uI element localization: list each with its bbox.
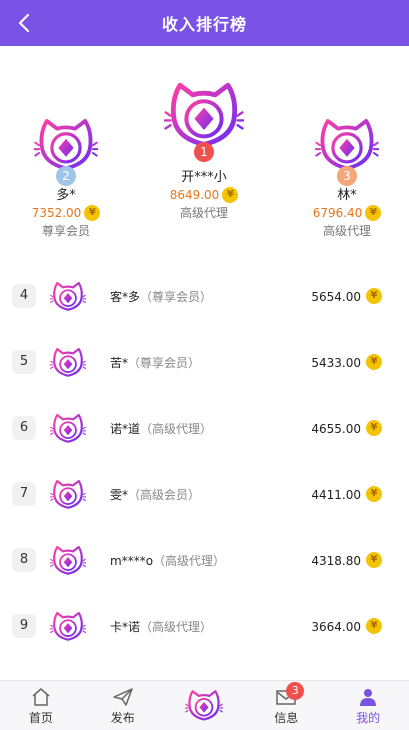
tab-label: 首页 xyxy=(28,711,53,725)
home-icon xyxy=(32,688,50,706)
user-level: （高级代理） xyxy=(140,620,213,634)
tab-home[interactable]: 首页 xyxy=(0,681,82,730)
rank-badge: 1 xyxy=(194,142,214,162)
rank-number: 7 xyxy=(12,482,36,506)
podium-role: 高级代理 xyxy=(322,224,371,238)
list-item[interactable]: 4 客*多（尊享会员） 5654.00 ¥ xyxy=(0,264,409,330)
top-nav-bar: 收入排行榜 xyxy=(0,0,409,46)
back-arrow-icon[interactable] xyxy=(14,11,36,35)
coin-icon: ¥ xyxy=(84,205,101,221)
tab-publish[interactable]: 发布 xyxy=(82,681,164,730)
income-amount: 4411.00 xyxy=(311,488,361,502)
top-three-podium: 2 多* 7352.00 ¥ 尊享会员 1 开***小 8649.00 ¥ 高级… xyxy=(0,46,409,256)
user-name: 卡*诺 xyxy=(110,620,141,634)
podium-rank-1[interactable]: 1 开***小 8649.00 ¥ 高级代理 xyxy=(154,74,254,221)
user-level: （高级代理） xyxy=(140,422,213,436)
rank-number: 6 xyxy=(12,416,36,440)
tab-label: 信息 xyxy=(274,711,299,725)
podium-amount: 6796.40 xyxy=(312,206,363,220)
coin-icon: ¥ xyxy=(365,205,382,221)
user-icon xyxy=(360,689,377,706)
rank-number: 5 xyxy=(12,350,36,374)
income-amount: 5433.00 xyxy=(311,356,361,370)
user-level: （高级代理） xyxy=(153,554,226,568)
paper-plane-icon xyxy=(112,688,133,706)
tab-label: 我的 xyxy=(356,711,381,725)
avatar-cat-icon xyxy=(50,278,86,314)
income-amount: 3664.00 xyxy=(311,620,361,634)
user-level: （高级会员） xyxy=(128,488,201,502)
coin-icon: ¥ xyxy=(366,420,382,436)
coin-icon: ¥ xyxy=(366,288,382,304)
user-name: m****o xyxy=(110,554,154,568)
list-item[interactable]: 9 卡*诺（高级代理） 3664.00 ¥ xyxy=(0,594,409,660)
coin-icon: ¥ xyxy=(366,354,382,370)
tab-messages[interactable]: 信息 3 xyxy=(245,681,327,730)
notification-badge: 3 xyxy=(286,682,305,700)
income-amount: 5654.00 xyxy=(311,290,361,304)
user-name: 客*多 xyxy=(110,290,141,304)
podium-rank-3[interactable]: 3 林* 6796.40 ¥ 高级代理 xyxy=(302,112,392,239)
rank-badge: 2 xyxy=(56,166,76,186)
list-item[interactable]: 5 苦*（尊享会员） 5433.00 ¥ xyxy=(0,330,409,396)
tab-mine[interactable]: 我的 xyxy=(327,681,409,730)
tab-center-logo[interactable] xyxy=(164,681,246,730)
user-name: 苦* xyxy=(110,356,129,370)
avatar-cat-icon xyxy=(50,410,86,446)
podium-name: 开***小 xyxy=(181,170,227,185)
income-amount: 4318.80 xyxy=(311,554,361,568)
list-item[interactable]: 8 m****o（高级代理） 4318.80 ¥ xyxy=(0,528,409,594)
cat-logo-icon xyxy=(185,686,223,724)
podium-amount: 7352.00 xyxy=(31,206,82,220)
page-title: 收入排行榜 xyxy=(161,15,247,34)
user-name: 雯* xyxy=(110,488,129,502)
list-item[interactable]: 6 诺*道（高级代理） 4655.00 ¥ xyxy=(0,396,409,462)
avatar-cat-icon xyxy=(50,542,86,578)
coin-icon: ¥ xyxy=(366,618,382,634)
rank-number: 8 xyxy=(12,548,36,572)
user-level: （尊享会员） xyxy=(128,356,201,370)
rank-badge: 3 xyxy=(337,166,357,186)
avatar: 1 xyxy=(164,74,244,162)
coin-icon: ¥ xyxy=(222,187,239,203)
coin-icon: ¥ xyxy=(366,552,382,568)
rank-number: 9 xyxy=(12,614,36,638)
user-level: （尊享会员） xyxy=(140,290,213,304)
avatar-cat-icon xyxy=(50,476,86,512)
bottom-tab-bar: 首页 发布 信息 3 我的 xyxy=(0,680,409,730)
podium-role: 尊享会员 xyxy=(41,224,90,238)
avatar-cat-icon xyxy=(50,608,86,644)
podium-name: 林* xyxy=(337,188,357,203)
avatar: 2 xyxy=(34,112,98,186)
list-item[interactable]: 7 雯*（高级会员） 4411.00 ¥ xyxy=(0,462,409,528)
rank-number: 4 xyxy=(12,284,36,308)
podium-role: 高级代理 xyxy=(179,206,228,220)
ranking-list: 4 客*多（尊享会员） 5654.00 ¥ 5 苦*（尊享会员） 5433.00… xyxy=(0,264,409,660)
podium-rank-2[interactable]: 2 多* 7352.00 ¥ 尊享会员 xyxy=(22,112,110,239)
avatar: 3 xyxy=(315,112,379,186)
podium-name: 多* xyxy=(56,188,76,203)
avatar-cat-icon xyxy=(50,344,86,380)
income-amount: 4655.00 xyxy=(311,422,361,436)
user-name: 诺*道 xyxy=(110,422,141,436)
tab-label: 发布 xyxy=(110,711,135,725)
podium-amount: 8649.00 xyxy=(169,188,220,202)
coin-icon: ¥ xyxy=(366,486,382,502)
